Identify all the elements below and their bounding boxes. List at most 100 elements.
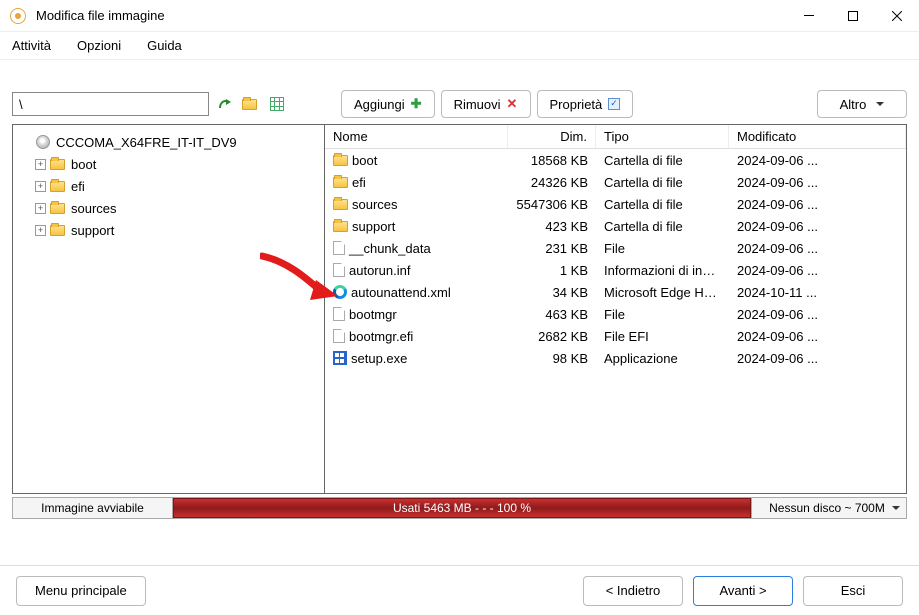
file-name: support [352, 219, 395, 234]
view-grid-icon[interactable] [267, 94, 287, 114]
disc-selector[interactable]: Nessun disco ~ 700M [751, 498, 906, 518]
col-size[interactable]: Dim. [508, 125, 596, 148]
list-item[interactable]: efi24326 KBCartella di file2024-09-06 ..… [325, 171, 906, 193]
file-modified: 2024-09-06 ... [729, 351, 906, 366]
path-input[interactable]: \ [12, 92, 209, 116]
list-item[interactable]: autounattend.xml34 KBMicrosoft Edge HTM.… [325, 281, 906, 303]
plus-icon: ✚ [411, 96, 422, 112]
file-icon [333, 307, 345, 321]
tree-item-label: boot [71, 157, 96, 172]
tree-item-label: efi [71, 179, 85, 194]
file-modified: 2024-09-06 ... [729, 219, 906, 234]
tree-item[interactable]: +sources [17, 197, 320, 219]
tree-item[interactable]: + efi [17, 175, 320, 197]
file-modified: 2024-09-06 ... [729, 197, 906, 212]
file-type: Cartella di file [596, 197, 729, 212]
tree-root-label: CCCOMA_X64FRE_IT-IT_DV9 [56, 135, 237, 150]
file-icon [333, 263, 345, 277]
file-size: 98 KB [508, 351, 596, 366]
list-item[interactable]: boot18568 KBCartella di file2024-09-06 .… [325, 149, 906, 171]
file-size: 423 KB [508, 219, 596, 234]
file-type: File [596, 241, 729, 256]
remove-button[interactable]: Rimuovi✕ [441, 90, 531, 118]
menu-activities[interactable]: Attività [6, 34, 57, 57]
maximize-button[interactable] [831, 0, 875, 32]
file-type: Microsoft Edge HTM... [596, 285, 729, 300]
file-type: File EFI [596, 329, 729, 344]
path-text: \ [19, 97, 23, 112]
tree-item[interactable]: + support [17, 219, 320, 241]
list-item[interactable]: support423 KBCartella di file2024-09-06 … [325, 215, 906, 237]
file-name: autounattend.xml [351, 285, 451, 300]
file-name: autorun.inf [349, 263, 410, 278]
file-size: 231 KB [508, 241, 596, 256]
go-up-icon[interactable] [215, 94, 235, 114]
menu-options[interactable]: Opzioni [71, 34, 127, 57]
file-size: 1 KB [508, 263, 596, 278]
file-name: setup.exe [351, 351, 407, 366]
usage-bar: Usati 5463 MB - - - 100 % [173, 498, 751, 518]
x-icon: ✕ [507, 96, 518, 112]
expand-icon[interactable]: + [35, 203, 46, 214]
list-item[interactable]: setup.exe 98 KBApplicazione2024-09-06 ... [325, 347, 906, 369]
back-button[interactable]: < Indietro [583, 576, 683, 606]
panels: CCCOMA_X64FRE_IT-IT_DV9 +boot+efi+source… [12, 124, 907, 494]
list-item[interactable]: bootmgr.efi2682 KBFile EFI2024-09-06 ... [325, 325, 906, 347]
col-name[interactable]: Nome [325, 125, 508, 148]
folder-icon [333, 221, 348, 232]
file-modified: 2024-09-06 ... [729, 329, 906, 344]
open-folder-icon[interactable] [241, 94, 261, 114]
close-button[interactable] [875, 0, 919, 32]
add-button[interactable]: Aggiungi✚ [341, 90, 435, 118]
file-name: bootmgr [349, 307, 397, 322]
list-item[interactable]: sources 5547306 KBCartella di file2024-09… [325, 193, 906, 215]
properties-button[interactable]: Proprietà [537, 90, 634, 118]
file-size: 5547306 KB [508, 197, 596, 212]
bootable-label: Immagine avviabile [13, 498, 173, 518]
folder-icon [50, 203, 65, 214]
next-button[interactable]: Avanti > [693, 576, 793, 606]
folder-icon [333, 177, 348, 188]
file-modified: 2024-10-11 ... [729, 285, 906, 300]
minimize-button[interactable] [787, 0, 831, 32]
file-modified: 2024-09-06 ... [729, 175, 906, 190]
list-body[interactable]: boot18568 KBCartella di file2024-09-06 .… [325, 149, 906, 493]
check-icon [608, 98, 620, 110]
file-icon [333, 329, 345, 343]
chevron-down-icon [876, 102, 884, 110]
file-name: sources [352, 197, 398, 212]
list-item[interactable]: __chunk_data231 KBFile2024-09-06 ... [325, 237, 906, 259]
tree-item[interactable]: + boot [17, 153, 320, 175]
expand-icon[interactable]: + [35, 225, 46, 236]
folder-icon [333, 199, 348, 210]
menu-help[interactable]: Guida [141, 34, 188, 57]
file-type: Applicazione [596, 351, 729, 366]
expand-icon[interactable]: + [35, 181, 46, 192]
file-size: 18568 KB [508, 153, 596, 168]
file-list-panel: Nome Dim. Tipo Modificato boot18568 KBCa… [325, 125, 906, 493]
exit-button[interactable]: Esci [803, 576, 903, 606]
file-modified: 2024-09-06 ... [729, 153, 906, 168]
expand-icon[interactable]: + [35, 159, 46, 170]
file-modified: 2024-09-06 ... [729, 307, 906, 322]
file-modified: 2024-09-06 ... [729, 241, 906, 256]
list-item[interactable]: bootmgr463 KBFile2024-09-06 ... [325, 303, 906, 325]
tree-panel[interactable]: CCCOMA_X64FRE_IT-IT_DV9 + boot + efi +source… [13, 125, 325, 493]
file-size: 463 KB [508, 307, 596, 322]
main-menu-button[interactable]: Menu principale [16, 576, 146, 606]
file-size: 24326 KB [508, 175, 596, 190]
tree-root[interactable]: CCCOMA_X64FRE_IT-IT_DV9 [17, 131, 320, 153]
file-icon [333, 241, 345, 255]
content-area: \ Aggiungi✚ Rimuovi✕ Proprietà Altro CCC… [0, 60, 919, 564]
window-title: Modifica file immagine [36, 8, 165, 23]
file-type: Cartella di file [596, 153, 729, 168]
app-icon [10, 8, 26, 24]
menubar: Attività Opzioni Guida [0, 32, 919, 60]
col-type[interactable]: Tipo [596, 125, 729, 148]
tree-item-label: support [71, 223, 114, 238]
list-item[interactable]: autorun.inf1 KBInformazioni di install..… [325, 259, 906, 281]
navigation-icons [215, 94, 287, 114]
col-modified[interactable]: Modificato [729, 125, 906, 148]
file-modified: 2024-09-06 ... [729, 263, 906, 278]
more-button[interactable]: Altro [817, 90, 907, 118]
